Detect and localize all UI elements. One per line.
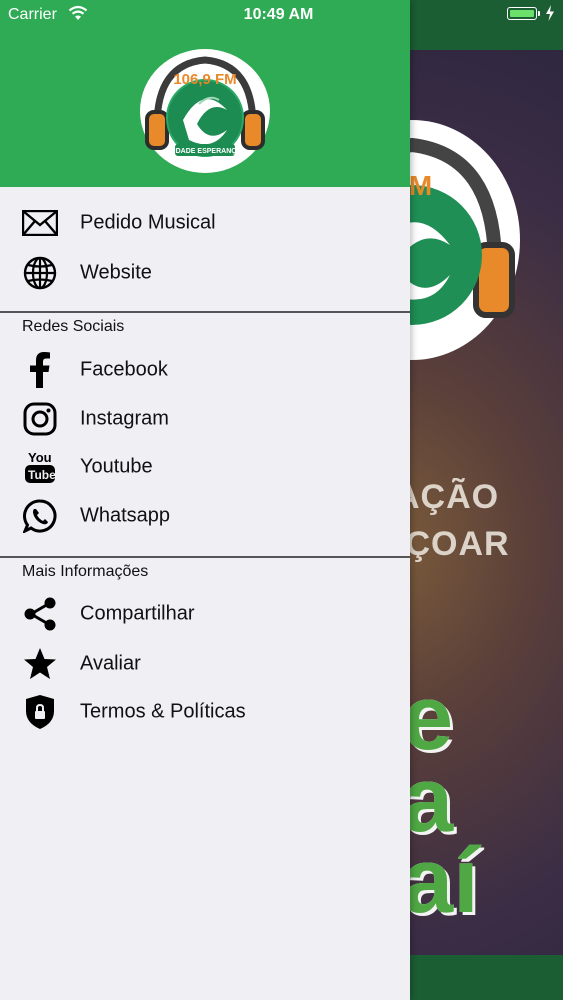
shield-lock-icon bbox=[22, 694, 58, 730]
menu-item-label: Termos & Políticas bbox=[80, 700, 246, 723]
menu-item-youtube[interactable]: You Tube Youtube bbox=[0, 444, 410, 490]
menu-item-compartilhar[interactable]: Compartilhar bbox=[0, 591, 410, 637]
menu-item-pedido-musical[interactable]: Pedido Musical bbox=[0, 200, 410, 246]
menu-item-label: Facebook bbox=[80, 358, 168, 381]
menu-item-label: Youtube bbox=[80, 455, 153, 478]
menu-item-facebook[interactable]: Facebook bbox=[0, 347, 410, 393]
svg-text:You: You bbox=[28, 450, 52, 465]
menu-item-label: Website bbox=[80, 261, 152, 284]
menu-item-avaliar[interactable]: Avaliar bbox=[0, 641, 410, 687]
menu-item-label: Pedido Musical bbox=[80, 211, 216, 234]
background-text-line2: IÇOAR bbox=[395, 525, 510, 563]
menu-item-termos-politicas[interactable]: Termos & Políticas bbox=[0, 689, 410, 735]
whatsapp-icon bbox=[22, 498, 58, 534]
svg-text:Tube: Tube bbox=[28, 468, 56, 482]
logo-station-text: CIDADE ESPERANÇA bbox=[169, 148, 242, 155]
section-title-info: Mais Informações bbox=[22, 563, 149, 580]
menu-item-label: Whatsapp bbox=[80, 504, 171, 527]
facebook-icon bbox=[22, 352, 58, 388]
section-title-social: Redes Sociais bbox=[22, 318, 125, 335]
status-time: 10:49 AM bbox=[243, 6, 314, 23]
share-icon bbox=[22, 596, 58, 632]
instagram-icon bbox=[22, 401, 58, 437]
background-big-text-3: aí bbox=[402, 830, 479, 932]
star-icon bbox=[22, 646, 58, 682]
charging-bolt-icon bbox=[545, 5, 555, 21]
menu-item-label: Avaliar bbox=[80, 652, 141, 675]
divider bbox=[0, 311, 410, 313]
menu-item-whatsapp[interactable]: Whatsapp bbox=[0, 493, 410, 539]
status-bar: Carrier 10:49 AM bbox=[0, 0, 563, 30]
divider bbox=[0, 556, 410, 558]
menu-item-label: Instagram bbox=[80, 407, 169, 430]
menu-item-website[interactable]: Website bbox=[0, 250, 410, 296]
station-logo: 106,9 FM CIDADE ESPERANÇA bbox=[140, 49, 270, 173]
menu-item-label: Compartilhar bbox=[80, 602, 195, 625]
logo-frequency-text: 106,9 FM bbox=[173, 71, 236, 88]
envelope-icon bbox=[22, 205, 58, 241]
youtube-icon: You Tube bbox=[22, 449, 58, 485]
globe-icon bbox=[22, 255, 58, 291]
side-drawer: 106,9 FM CIDADE ESPERANÇA Pedido Musical bbox=[0, 0, 410, 1000]
background-text-line1: AÇÃO bbox=[395, 478, 500, 516]
battery-icon bbox=[507, 7, 540, 20]
menu-item-instagram[interactable]: Instagram bbox=[0, 396, 410, 442]
